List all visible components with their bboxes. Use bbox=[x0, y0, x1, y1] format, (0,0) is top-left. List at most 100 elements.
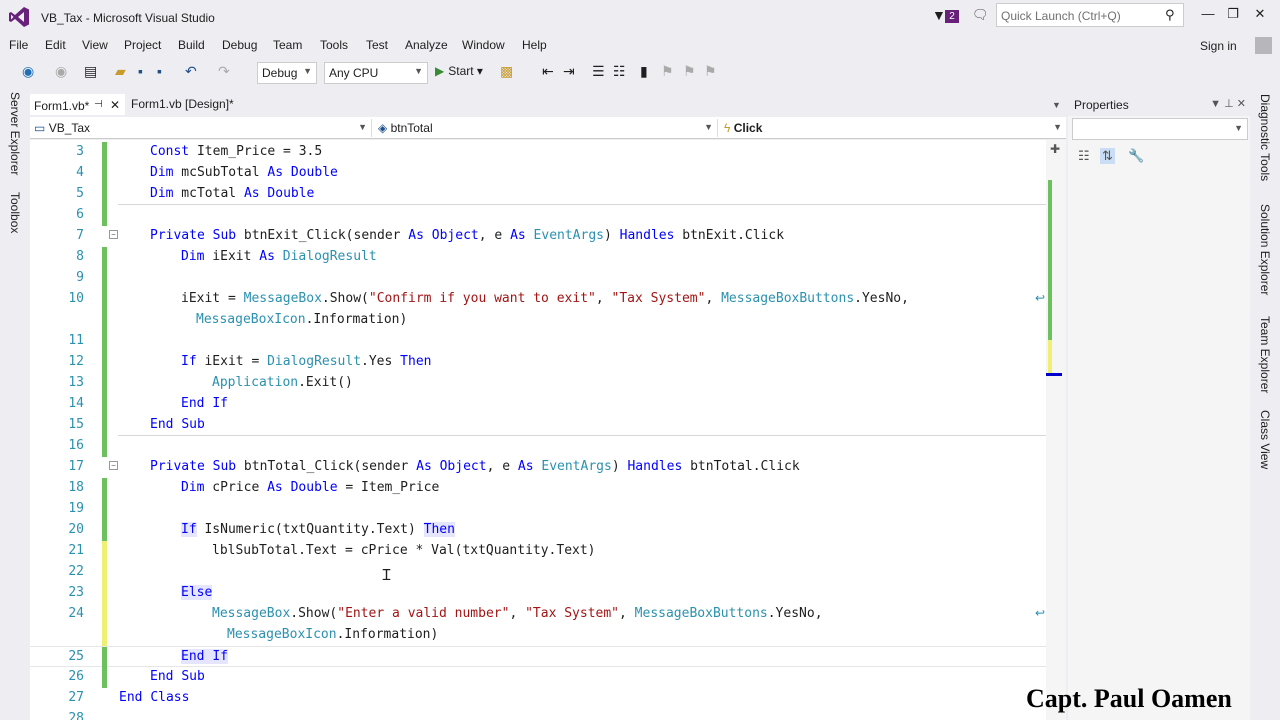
feedback-icon[interactable]: 🗨 bbox=[972, 7, 989, 23]
next-bookmark-icon[interactable]: ⚑ bbox=[683, 63, 696, 80]
collapse-outline-icon[interactable]: − bbox=[109, 230, 118, 239]
code-line: 22 bbox=[30, 562, 1050, 583]
undo-icon[interactable]: ↶ bbox=[185, 63, 197, 80]
code-line: 9 bbox=[30, 268, 1050, 289]
code-line: 28 bbox=[30, 709, 1050, 720]
toolbox-tab[interactable]: Toolbox bbox=[8, 192, 22, 233]
property-pages-icon[interactable]: 🔧 bbox=[1128, 148, 1144, 164]
properties-grid[interactable] bbox=[1072, 170, 1248, 720]
menu-file[interactable]: File bbox=[9, 38, 28, 52]
code-text: Private Sub btnExit_Click(sender As Obje… bbox=[150, 228, 785, 243]
clear-bookmarks-icon[interactable]: ⚑ bbox=[704, 63, 717, 80]
project-value: VB_Tax bbox=[48, 121, 91, 135]
close-icon[interactable]: ✕ bbox=[1237, 98, 1246, 110]
step-over-icon[interactable]: ⇥ bbox=[563, 63, 575, 80]
code-line: MessageBoxIcon.Information) bbox=[30, 310, 1050, 331]
navigate-forward-icon[interactable]: ◉ bbox=[55, 63, 67, 80]
split-editor-icon[interactable]: ✚ bbox=[1050, 142, 1060, 156]
collapse-outline-icon[interactable]: − bbox=[109, 461, 118, 470]
code-line: 21 lblSubTotal.Text = cPrice * Val(txtQu… bbox=[30, 541, 1050, 562]
change-marker bbox=[102, 520, 107, 541]
code-text: End Sub bbox=[150, 669, 205, 684]
code-line: 10 iExit = MessageBox.Show("Confirm if y… bbox=[30, 289, 1050, 310]
minimize-button[interactable]: — bbox=[1196, 6, 1220, 26]
tab-form1-design[interactable]: Form1.vb [Design]* bbox=[127, 94, 267, 115]
find-in-files-icon[interactable]: ▩ bbox=[500, 63, 513, 80]
search-icon[interactable]: ⚲ bbox=[1165, 7, 1175, 23]
change-marker bbox=[102, 562, 107, 583]
watermark-text: Capt. Paul Oamen bbox=[1026, 684, 1232, 713]
properties-toolbar: ☷ ⇅ 🔧 bbox=[1072, 146, 1248, 168]
close-window-button[interactable]: ✕ bbox=[1248, 6, 1272, 26]
notification-flag-icon[interactable]: ▼ bbox=[932, 7, 946, 23]
restore-button[interactable]: ❐ bbox=[1221, 6, 1245, 26]
menu-analyze[interactable]: Analyze bbox=[405, 38, 448, 52]
change-marker bbox=[102, 352, 107, 373]
object-dropdown[interactable]: ◈ btnTotal ▼ bbox=[374, 119, 718, 137]
team-explorer-tab[interactable]: Team Explorer bbox=[1258, 316, 1272, 393]
line-number: 18 bbox=[68, 480, 84, 495]
left-tool-rail: Server Explorer Toolbox bbox=[0, 86, 30, 720]
comment-out-icon[interactable]: ☰ bbox=[592, 63, 605, 80]
menu-view[interactable]: View bbox=[82, 38, 108, 52]
redo-icon[interactable]: ↷ bbox=[218, 63, 230, 80]
save-all-icon[interactable]: ▪ bbox=[157, 63, 162, 79]
solution-explorer-tab[interactable]: Solution Explorer bbox=[1258, 204, 1272, 295]
quick-launch-input[interactable]: Quick Launch (Ctrl+Q) bbox=[996, 3, 1184, 27]
event-dropdown[interactable]: ϟ Click ▼ bbox=[720, 119, 1066, 137]
tab-form1-vb[interactable]: Form1.vb* ⊣ ✕ bbox=[30, 94, 125, 115]
change-marker bbox=[102, 268, 107, 289]
word-wrap-glyph-icon: ↩ bbox=[1035, 606, 1046, 620]
menu-team[interactable]: Team bbox=[273, 38, 302, 52]
code-editor[interactable]: 3 Const Item_Price = 3.5 4 Dim mcSubTota… bbox=[30, 140, 1066, 720]
alphabetical-icon[interactable]: ⇅ bbox=[1100, 148, 1115, 164]
uncomment-icon[interactable]: ☷ bbox=[613, 63, 626, 80]
line-number: 13 bbox=[68, 375, 84, 390]
menu-tools[interactable]: Tools bbox=[320, 38, 348, 52]
pin-icon[interactable]: ⊣ bbox=[94, 99, 103, 110]
menu-build[interactable]: Build bbox=[178, 38, 205, 52]
object-selector-dropdown[interactable]: ▼ bbox=[1072, 118, 1248, 140]
menu-window[interactable]: Window bbox=[462, 38, 505, 52]
chevron-down-icon[interactable]: ▼ bbox=[1210, 98, 1221, 110]
line-number: 6 bbox=[76, 207, 84, 222]
navigate-back-icon[interactable]: ◉ bbox=[22, 63, 34, 80]
start-debugging-button[interactable]: ▶ Start ▾ bbox=[435, 64, 483, 78]
solution-platform-dropdown[interactable]: Any CPU ▼ bbox=[324, 62, 428, 84]
menu-debug[interactable]: Debug bbox=[222, 38, 257, 52]
previous-bookmark-icon[interactable]: ⚑ bbox=[661, 63, 674, 80]
change-marker bbox=[102, 625, 107, 646]
panel-controls[interactable]: ▼ ⊥ ✕ bbox=[1210, 97, 1246, 110]
open-file-icon[interactable]: ▰ bbox=[115, 63, 126, 80]
document-tab-strip: Form1.vb* ⊣ ✕ Form1.vb [Design]* bbox=[30, 94, 1066, 115]
menu-test[interactable]: Test bbox=[366, 38, 388, 52]
solution-configuration-dropdown[interactable]: Debug ▼ bbox=[257, 62, 317, 84]
code-text: End Class bbox=[119, 690, 190, 705]
categorized-icon[interactable]: ☷ bbox=[1078, 148, 1090, 164]
notification-count-badge[interactable]: 2 bbox=[945, 10, 959, 23]
save-icon[interactable]: ▪ bbox=[138, 63, 143, 79]
menu-project[interactable]: Project bbox=[124, 38, 161, 52]
new-project-icon[interactable]: ▤ bbox=[84, 63, 97, 80]
code-line: 6 bbox=[30, 205, 1050, 226]
menu-help[interactable]: Help bbox=[522, 38, 547, 52]
line-number: 23 bbox=[68, 585, 84, 600]
menu-edit[interactable]: Edit bbox=[45, 38, 66, 52]
diagnostic-tools-tab[interactable]: Diagnostic Tools bbox=[1258, 94, 1272, 181]
chevron-down-icon: ▼ bbox=[358, 122, 367, 132]
code-text: Application.Exit() bbox=[212, 375, 353, 390]
tab-label: Form1.vb [Design]* bbox=[131, 97, 234, 111]
project-dropdown[interactable]: ▭ VB_Tax ▼ bbox=[30, 119, 372, 137]
pin-icon[interactable]: ⊥ bbox=[1224, 98, 1234, 110]
account-avatar-icon[interactable] bbox=[1255, 37, 1272, 54]
server-explorer-tab[interactable]: Server Explorer bbox=[8, 92, 22, 175]
tab-list-chevron-down-icon[interactable]: ▼ bbox=[1052, 100, 1061, 110]
sign-in-link[interactable]: Sign in bbox=[1200, 39, 1237, 53]
close-icon[interactable]: ✕ bbox=[110, 98, 120, 112]
vertical-scrollbar[interactable]: ✚ bbox=[1046, 140, 1066, 720]
bookmark-icon[interactable]: ▮ bbox=[640, 63, 648, 80]
line-number: 28 bbox=[68, 711, 84, 720]
step-into-icon[interactable]: ⇤ bbox=[542, 63, 554, 80]
class-view-tab[interactable]: Class View bbox=[1258, 410, 1272, 469]
line-number: 19 bbox=[68, 501, 84, 516]
